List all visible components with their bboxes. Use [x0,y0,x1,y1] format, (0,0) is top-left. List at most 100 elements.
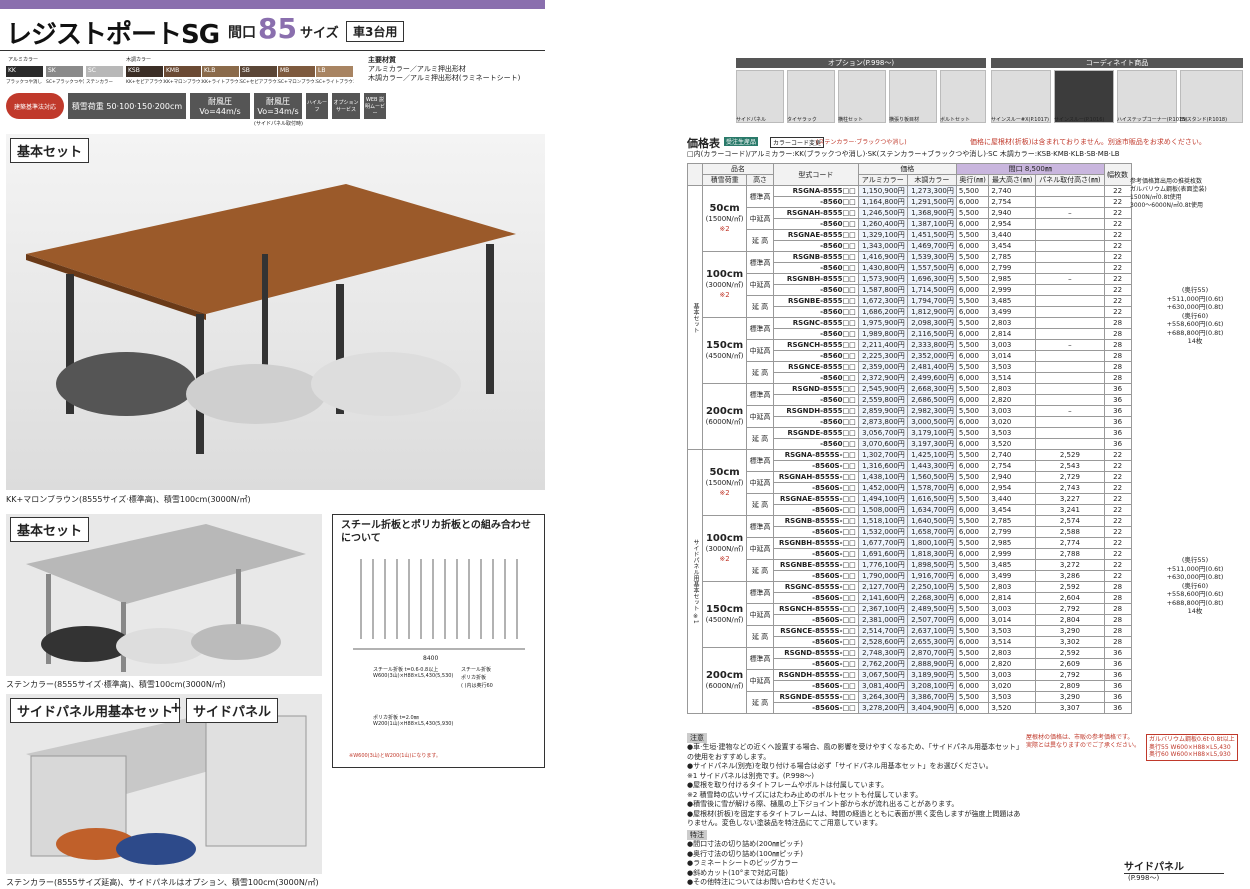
sheets-cell: 36 [1103,647,1132,659]
maxh-cell: 2,803 [988,317,1037,329]
sheets-cell: 22 [1103,471,1132,483]
ref2-line: +558,600円(0.6t) [1166,590,1224,598]
size-label: サイズ [300,26,339,41]
model-cell: -8560□□ [772,328,859,340]
snow-load-cell: 50cm (1500N/㎡) ※2 [701,185,748,252]
header-depth: 奥行(㎜) [955,174,990,186]
model-cell: -8560S-□□ [772,548,859,560]
wood-price-cell: 1,451,500円 [906,229,957,241]
model-cell: -8560S-□□ [772,702,859,714]
maxh-cell: 3,440 [988,493,1037,505]
table-row: 延 高 RSGNCE-8555S-□□ 2,514,700円 2,637,100円 5,… [688,625,1244,648]
wood-price-cell: 2,250,100円 [906,581,957,593]
panel-cell [1035,394,1105,406]
ref1-line: +511,000円(0.6t) [1166,294,1224,303]
wood-price-cell: 1,696,300円 [906,273,957,285]
maxh-cell: 3,454 [988,504,1037,516]
sheets-cell: 22 [1103,559,1132,571]
model-cell: -8560S-□□ [772,482,859,494]
tokuchu-item: ●その他特注についてはお問い合わせください。 [687,878,840,886]
alu-price-cell: 1,790,000円 [857,570,908,582]
panel-cell [1035,295,1105,307]
sheets-cell: 28 [1103,603,1132,615]
photo-caption-1: KK+マロンブラウン(8555サイズ·標準高)、積雪100cm(3000N/㎡) [6,495,251,504]
alu-color-label: アルミカラー [8,57,38,63]
model-cell: -8560□□ [772,306,859,318]
ref1-line: +558,600円(0.6t) [1166,320,1224,328]
height-cell: 延 高 [746,427,774,450]
ref-line: ガルバリウム鋼板(表面塗装) [1130,186,1207,193]
notes-list: ●車·生垣·建物などの近くへ設置する場合、風の影響を受けやすくなるため、「サイド… [687,743,1022,829]
alu-price-cell: 3,056,700円 [857,427,908,439]
height-cell: 延 高 [746,361,774,384]
depth-cell: 5,500 [955,273,990,285]
swatch-sb: SB [240,66,277,77]
ref-spacer [1131,681,1243,692]
sheets-cell: 36 [1103,658,1132,670]
panel-cell [1035,196,1105,208]
model-cell: RSGNAH-8555□□ [772,207,859,219]
alu-price-cell: 1,430,800円 [857,262,908,274]
sheets-cell: 22 [1103,537,1132,549]
wood-price-cell: 1,273,300円 [906,185,957,197]
model-cell: RSGNAE-8555S-□□ [772,493,859,505]
maxh-cell: 3,003 [988,669,1037,681]
model-cell: RSGND-8555□□ [772,383,859,395]
height-cell: 中延高 [746,207,774,230]
ref-spacer [1131,384,1243,395]
galva-note-line: 奥行55 W600×H88×L5,430 [1149,743,1231,751]
wood-price-cell: 3,179,100円 [906,427,957,439]
side-panel-footer: サイドパネル [1124,858,1224,874]
alu-price-cell: 1,518,100円 [857,515,908,527]
panel-cell: 3,286 [1035,570,1105,582]
ref1-line: (奥行55) [1181,286,1209,294]
wood-price-cell: 2,655,300円 [906,636,957,648]
panel-cell: 2,543 [1035,460,1105,472]
sheets-cell: 28 [1103,328,1132,340]
depth-cell: 5,500 [955,317,990,329]
depth-cell: 5,500 [955,581,990,593]
panel-cell: – [1035,207,1105,219]
alu-price-cell: 1,416,900円 [857,251,908,263]
alu-price-cell: 2,211,400円 [857,339,908,351]
sheets-cell: 22 [1103,218,1132,230]
ref-spacer [1131,274,1243,285]
tokuchu-item: ●奥行寸法の切り詰め(100㎜ピッチ) [687,849,803,858]
snow-load-cell: 200cm (6000N/㎡) [701,647,748,714]
model-cell: -8560S-□□ [772,636,859,648]
roof-note-line: 屋根材の価格は、市販の参考価格です。 [1026,734,1134,741]
panel-cell: 2,804 [1035,614,1105,626]
side-panel-ref: (P.998〜) [1128,874,1160,882]
maxh-cell: 2,785 [988,515,1037,527]
ref-spacer [1131,450,1243,461]
swatch-name: KK+セピアブラウン [126,80,164,85]
depth-cell: 6,000 [955,526,990,538]
alu-price-cell: 3,264,300円 [857,691,908,703]
panel-cell [1035,372,1105,384]
wood-price-cell: 1,818,300円 [906,548,957,560]
maxh-cell: 3,454 [988,240,1037,252]
note-item: ※2 積雪時の広いサイズにはたわみ止めのボルトセットも付属しています。 [687,790,923,799]
sheets-cell: 28 [1103,614,1132,626]
panel-cell [1035,262,1105,274]
panel-cell [1035,317,1105,329]
depth-cell: 5,500 [955,339,990,351]
alu-price-cell: 1,452,000円 [857,482,908,494]
maxh-cell: 2,985 [988,537,1037,549]
sheets-cell: 36 [1103,691,1132,703]
ref-spacer [1131,516,1243,527]
wood-price-cell: 1,443,300円 [906,460,957,472]
sheets-cell: 22 [1103,482,1132,494]
depth-cell: 6,000 [955,350,990,362]
wood-price-cell: 2,333,800円 [906,339,957,351]
model-cell: RSGNBH-8555□□ [772,273,859,285]
wood-price-cell: 2,481,400円 [906,361,957,373]
depth-cell: 6,000 [955,372,990,384]
snow-load-cell: 100cm (3000N/㎡) ※2 [701,251,748,318]
maxh-cell: 3,014 [988,350,1037,362]
sheets-cell: 22 [1103,449,1132,461]
wood-price-cell: 2,686,500円 [906,394,957,406]
wood-price-cell: 2,489,500円 [906,603,957,615]
steel-legend-2: ポリカ折板 [461,675,487,681]
model-cell: -8560S-□□ [772,526,859,538]
